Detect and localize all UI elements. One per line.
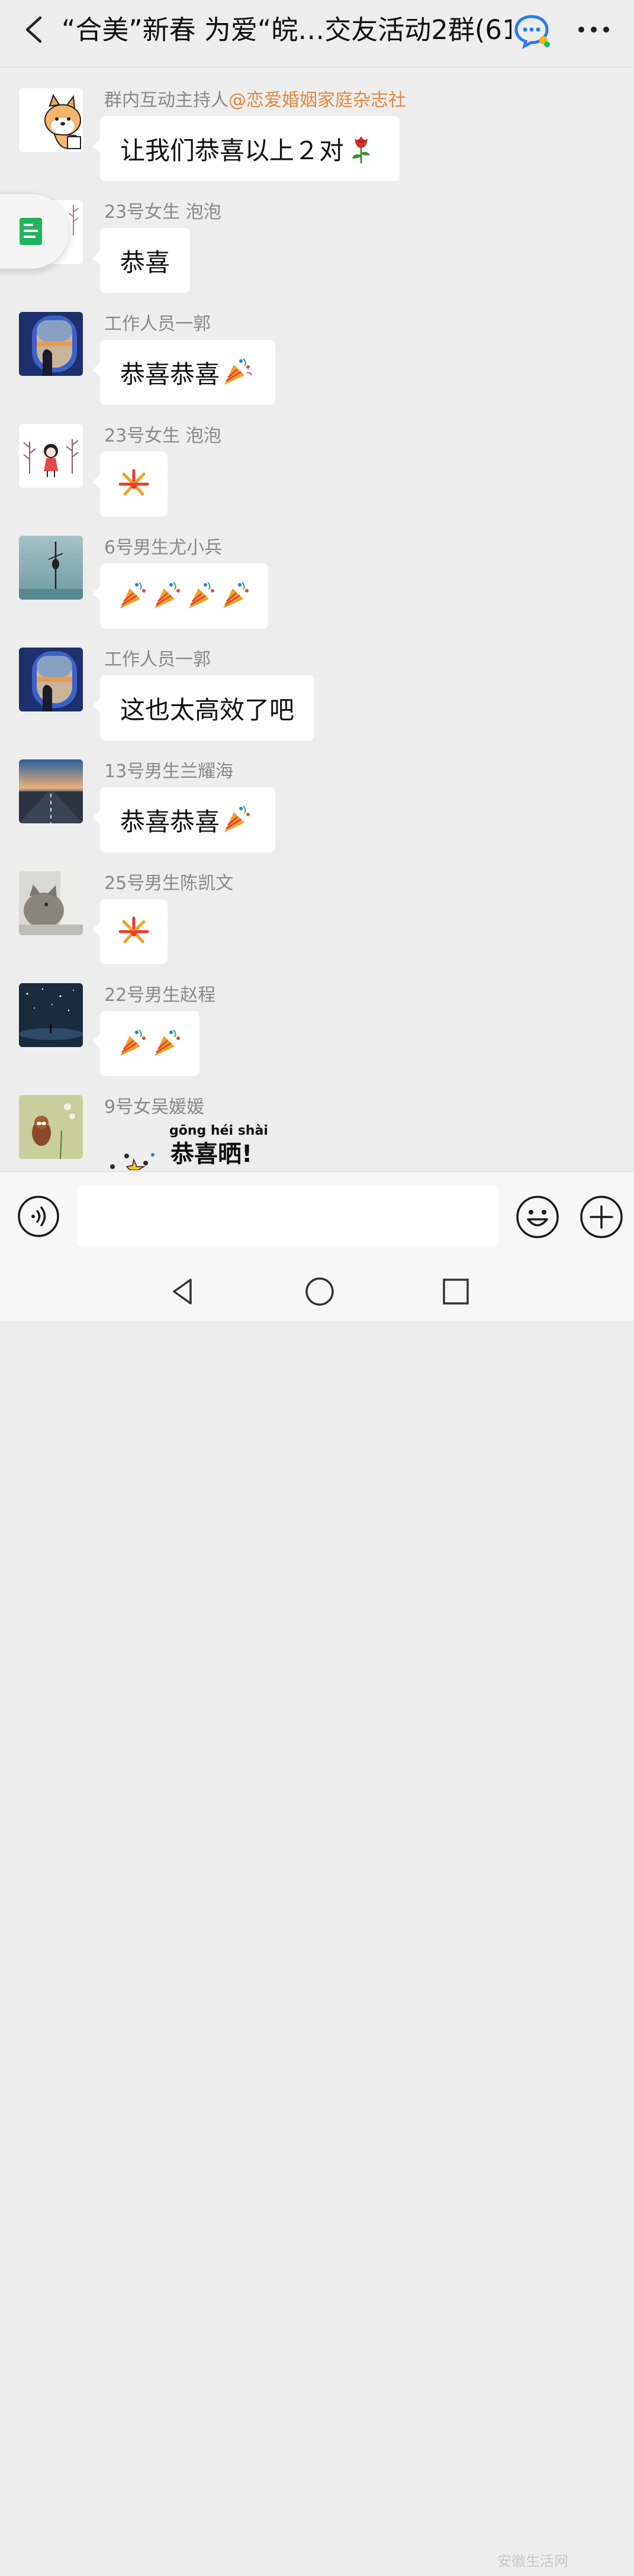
fireworks-icon: [118, 469, 149, 496]
message-bubble[interactable]: [92, 1011, 199, 1076]
message-item: 6号男生尤小兵: [0, 523, 634, 636]
message-text: 恭喜恭喜: [120, 359, 220, 389]
message-input[interactable]: [77, 1186, 498, 1247]
red-panda-avatar-icon: [19, 1095, 83, 1159]
sticker-pinyin: gōng héi shài: [169, 1123, 268, 1138]
emoji-button[interactable]: [515, 1194, 560, 1239]
message-text: 恭喜恭喜: [120, 807, 220, 836]
sender-name: 工作人员一郭: [104, 649, 211, 670]
sender-name: 工作人员一郭: [104, 314, 211, 334]
message-item: 23号女生 泡泡: [0, 411, 634, 524]
nav-recent-apps-button[interactable]: [439, 1275, 472, 1308]
watermark: 安徽生活网: [497, 2553, 568, 2569]
star-decoration-icon: [110, 1153, 155, 1171]
sender-name: 25号男生陈凯文: [104, 873, 234, 894]
plus-circle-icon: [580, 1196, 623, 1238]
document-icon: [20, 218, 42, 245]
mention-link[interactable]: @恋爱婚姻家庭杂志社: [229, 90, 406, 111]
more-dots-icon: [578, 27, 609, 33]
avatar[interactable]: [19, 759, 83, 823]
sender-name: 6号男生尤小兵: [104, 537, 223, 558]
stilt-fisherman-avatar-icon: [19, 536, 83, 600]
voice-icon: [18, 1196, 59, 1237]
message-item: 13号男生兰耀海 恭喜恭喜: [0, 747, 634, 859]
party-popper-icon: [155, 1029, 180, 1056]
girl-drawing-avatar-icon: [19, 424, 83, 488]
sender-name: 群内互动主持人@恋爱婚姻家庭杂志社: [104, 90, 406, 111]
avatar[interactable]: [19, 871, 83, 935]
smiley-icon: [516, 1196, 559, 1238]
sender-name: 22号男生赵程: [104, 985, 216, 1006]
party-popper-icon: [155, 582, 180, 608]
avatar[interactable]: [19, 648, 83, 711]
circle-home-icon: [305, 1277, 334, 1306]
rose-icon: [352, 136, 371, 163]
message-item: 9号女吴媛媛 gōng héi shài 恭喜晒!: [0, 1083, 634, 1171]
message-item: 工作人员一郭 这也太高效了吧: [0, 635, 634, 748]
message-bubble[interactable]: [92, 899, 168, 964]
avatar[interactable]: [19, 424, 83, 488]
square-recents-icon: [443, 1279, 469, 1305]
message-text: 让我们恭喜以上２对: [120, 136, 345, 165]
fireworks-icon: [118, 916, 149, 944]
cat-window-avatar-icon: [19, 871, 83, 935]
avatar[interactable]: [19, 536, 83, 600]
party-popper-icon: [224, 358, 252, 385]
system-navigation-bar: 安徽生活网: [0, 1262, 634, 2569]
more-options-button[interactable]: [573, 13, 614, 46]
nav-home-button[interactable]: [303, 1275, 336, 1308]
shiba-dog-avatar-icon: [19, 88, 83, 152]
avatar[interactable]: [19, 983, 83, 1047]
sticker[interactable]: gōng héi shài 恭喜晒!: [104, 1123, 282, 1171]
message-item: 25号男生陈凯文: [0, 859, 634, 971]
message-text: 这也太高效了吧: [120, 695, 295, 724]
chat-header: “合美”新春 为爱“皖…交友活动2群(61): [0, 0, 634, 67]
message-bubble[interactable]: 恭喜恭喜: [92, 340, 276, 405]
message-bubble[interactable]: [92, 452, 168, 517]
nav-back-button[interactable]: [167, 1275, 200, 1308]
chat-message-list[interactable]: 群内互动主持人@恋爱婚姻家庭杂志社 让我们恭喜以上２对 23号女生 泡泡 恭喜: [0, 67, 634, 1171]
message-bubble[interactable]: 这也太高效了吧: [92, 675, 315, 740]
party-popper-icon: [189, 582, 214, 608]
input-bar: [0, 1171, 634, 1262]
avatar[interactable]: [19, 1095, 83, 1159]
message-text: 恭喜: [120, 247, 170, 277]
party-popper-icon: [120, 1029, 146, 1056]
congrats-sticker: gōng héi shài 恭喜晒!: [110, 1123, 268, 1171]
message-item: 工作人员一郭 恭喜恭喜: [0, 300, 634, 412]
avatar[interactable]: [19, 88, 83, 152]
airplane-window-avatar-icon: [19, 648, 83, 711]
message-bubble[interactable]: [92, 564, 268, 629]
triangle-back-icon: [173, 1279, 192, 1305]
back-button[interactable]: [17, 12, 52, 47]
road-sky-avatar-icon: [19, 759, 83, 823]
voice-input-button[interactable]: [17, 1194, 60, 1238]
sender-name: 13号男生兰耀海: [104, 761, 234, 782]
message-bubble[interactable]: 恭喜: [92, 228, 191, 293]
chat-bubble-icon[interactable]: [514, 13, 552, 49]
sender-name: 9号女吴媛媛: [104, 1097, 205, 1118]
chevron-left-icon: [25, 16, 42, 43]
chat-title[interactable]: “合美”新春 为爱“皖…交友活动2群(61): [62, 11, 511, 50]
avatar[interactable]: [19, 312, 83, 376]
message-bubble[interactable]: 恭喜恭喜: [92, 787, 276, 852]
airplane-window-avatar-icon: [19, 312, 83, 376]
party-popper-icon: [120, 582, 146, 608]
message-item: 群内互动主持人@恋爱婚姻家庭杂志社 让我们恭喜以上２对: [0, 76, 634, 188]
message-bubble[interactable]: 让我们恭喜以上２对: [92, 116, 400, 181]
sticker-text: 恭喜晒!: [170, 1141, 252, 1168]
message-item: 22号男生赵程: [0, 971, 634, 1083]
party-popper-icon: [224, 806, 250, 832]
party-popper-icon: [223, 582, 249, 608]
sender-name-text: 群内互动主持人: [104, 90, 229, 111]
more-functions-button[interactable]: [579, 1194, 624, 1239]
sender-name: 23号女生 泡泡: [104, 202, 221, 223]
sender-name: 23号女生 泡泡: [104, 426, 221, 446]
starry-night-avatar-icon: [19, 983, 83, 1047]
message-item: 23号女生 泡泡 恭喜: [0, 188, 634, 300]
